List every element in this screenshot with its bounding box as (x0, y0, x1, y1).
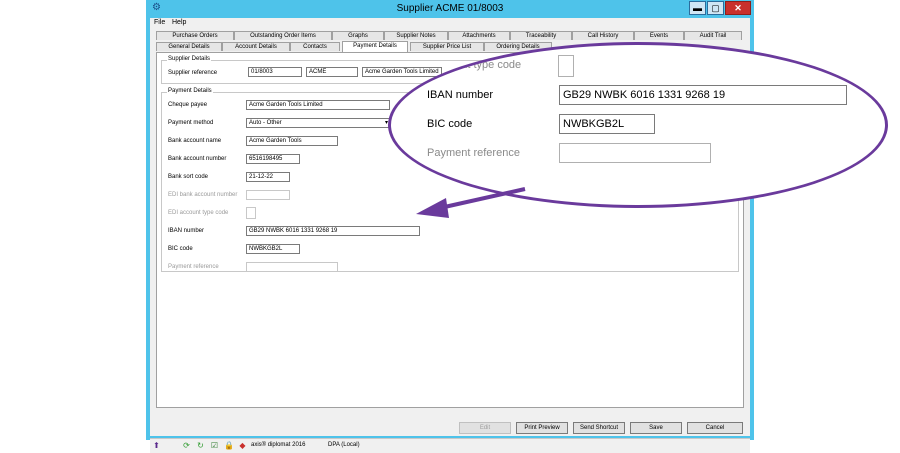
axis-logo-icon: ◆ (239, 441, 246, 450)
refresh-icon[interactable]: ⟳ (182, 441, 191, 450)
arrow-shaft (439, 187, 526, 210)
checklist-icon[interactable]: ☑ (210, 441, 219, 450)
product-name: axis® diplomat 2016 (251, 442, 306, 448)
sync-icon[interactable]: ↻ (196, 441, 205, 450)
status-bar: ⬆ ⟳ ↻ ☑ 🔒 ◆ axis® diplomat 2016 DPA (Loc… (150, 438, 750, 453)
lock-icon[interactable]: 🔒 (224, 441, 234, 450)
up-arrow-icon[interactable]: ⬆ (152, 441, 161, 450)
database-name: DPA (Local) (328, 442, 360, 448)
callout-pointer-arrow (416, 187, 526, 218)
arrow-head (416, 198, 449, 218)
